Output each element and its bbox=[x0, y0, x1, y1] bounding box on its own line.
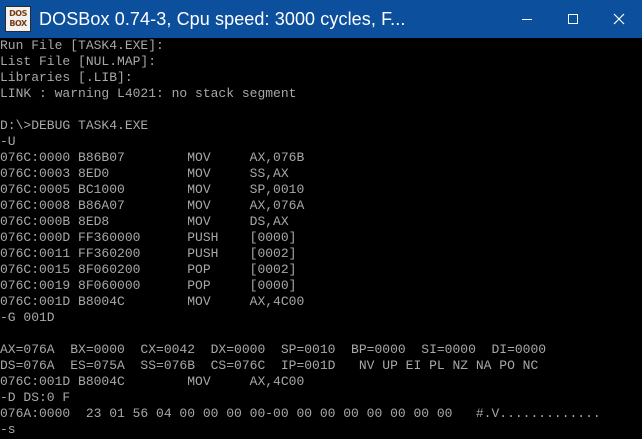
title-bar[interactable]: DOS BOX DOSBox 0.74-3, Cpu speed: 3000 c… bbox=[0, 0, 642, 38]
maximize-icon bbox=[568, 14, 578, 24]
console-line: -U bbox=[0, 134, 16, 149]
console-line: DS=076A ES=075A SS=076B CS=076C IP=001D … bbox=[0, 358, 539, 373]
maximize-button[interactable] bbox=[550, 0, 596, 38]
dosbox-window: DOS BOX DOSBox 0.74-3, Cpu speed: 3000 c… bbox=[0, 0, 642, 439]
console-line: Run File [TASK4.EXE]: bbox=[0, 38, 164, 53]
console-line: 076C:000D FF360000 PUSH [0000] bbox=[0, 230, 297, 245]
console-line: List File [NUL.MAP]: bbox=[0, 54, 157, 69]
icon-text-top: DOS bbox=[9, 9, 27, 18]
console-line: -G 001D bbox=[0, 310, 55, 325]
console-line: 076C:0003 8ED0 MOV SS,AX bbox=[0, 166, 289, 181]
console-line: 076C:0008 B86A07 MOV AX,076A bbox=[0, 198, 305, 213]
console-line: 076C:001D B8004C MOV AX,4C00 bbox=[0, 374, 305, 389]
console-line: 076C:0019 8F060000 POP [0000] bbox=[0, 278, 297, 293]
dosbox-icon[interactable]: DOS BOX bbox=[5, 6, 31, 32]
console-line: 076C:001D B8004C MOV AX,4C00 bbox=[0, 294, 305, 309]
console-line: 076C:0005 BC1000 MOV SP,0010 bbox=[0, 182, 305, 197]
close-icon bbox=[613, 13, 625, 25]
console-line: AX=076A BX=0000 CX=0042 DX=0000 SP=0010 … bbox=[0, 342, 547, 357]
console-line: 076C:0015 8F060200 POP [0002] bbox=[0, 262, 297, 277]
window-title: DOSBox 0.74-3, Cpu speed: 3000 cycles, F… bbox=[39, 8, 406, 29]
console-line: 076C:0000 B86B07 MOV AX,076B bbox=[0, 150, 305, 165]
minimize-icon bbox=[522, 19, 532, 20]
console-line: 076C:000B 8ED8 MOV DS,AX bbox=[0, 214, 289, 229]
window-controls bbox=[504, 0, 642, 38]
console-line: -s bbox=[0, 422, 16, 437]
icon-text-bottom: BOX bbox=[9, 19, 27, 28]
console-line: LINK : warning L4021: no stack segment bbox=[0, 86, 297, 101]
console-line: -D DS:0 F bbox=[0, 390, 71, 405]
console-line: 076A:0000 23 01 56 04 00 00 00 00-00 00 … bbox=[0, 406, 601, 421]
console-line: D:\>DEBUG TASK4.EXE bbox=[0, 118, 149, 133]
console-line: 076C:0011 FF360200 PUSH [0002] bbox=[0, 246, 297, 261]
console-line: Libraries [.LIB]: bbox=[0, 70, 133, 85]
close-button[interactable] bbox=[596, 0, 642, 38]
minimize-button[interactable] bbox=[504, 0, 550, 38]
console-output[interactable]: Run File [TASK4.EXE]: List File [NUL.MAP… bbox=[0, 38, 642, 439]
